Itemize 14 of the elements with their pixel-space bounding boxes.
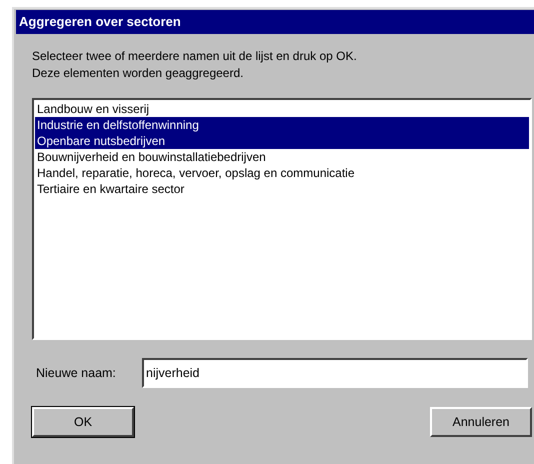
list-item[interactable]: Landbouw en visserij [35, 101, 529, 117]
cancel-button[interactable]: Annuleren [430, 407, 532, 437]
instruction-text: Selecteer twee of meerdere namen uit de lijst en druk op OK. [32, 48, 358, 65]
field-label: Nieuwe naam: [35, 366, 117, 380]
list-item[interactable]: Industrie en delfstoffenwinning [35, 117, 529, 133]
list-item[interactable]: Tertiaire en kwartaire sector [35, 181, 529, 197]
list-item[interactable]: Bouwnijverheid en bouwinstallatiebedrijven [35, 149, 529, 165]
sector-list[interactable] [32, 98, 532, 340]
name-input-field[interactable]: nijverheid [142, 358, 528, 388]
list-item[interactable]: Openbare nutsbedrijven [35, 133, 529, 149]
instruction-text: Deze elementen worden geaggregeerd. [32, 65, 244, 82]
window-title: Aggregeren over sectoren [16, 10, 534, 34]
ok-button[interactable]: OK [32, 407, 134, 437]
list-item[interactable]: Handel, reparatie, horeca, vervoer, opslag en communicatie [35, 165, 529, 181]
